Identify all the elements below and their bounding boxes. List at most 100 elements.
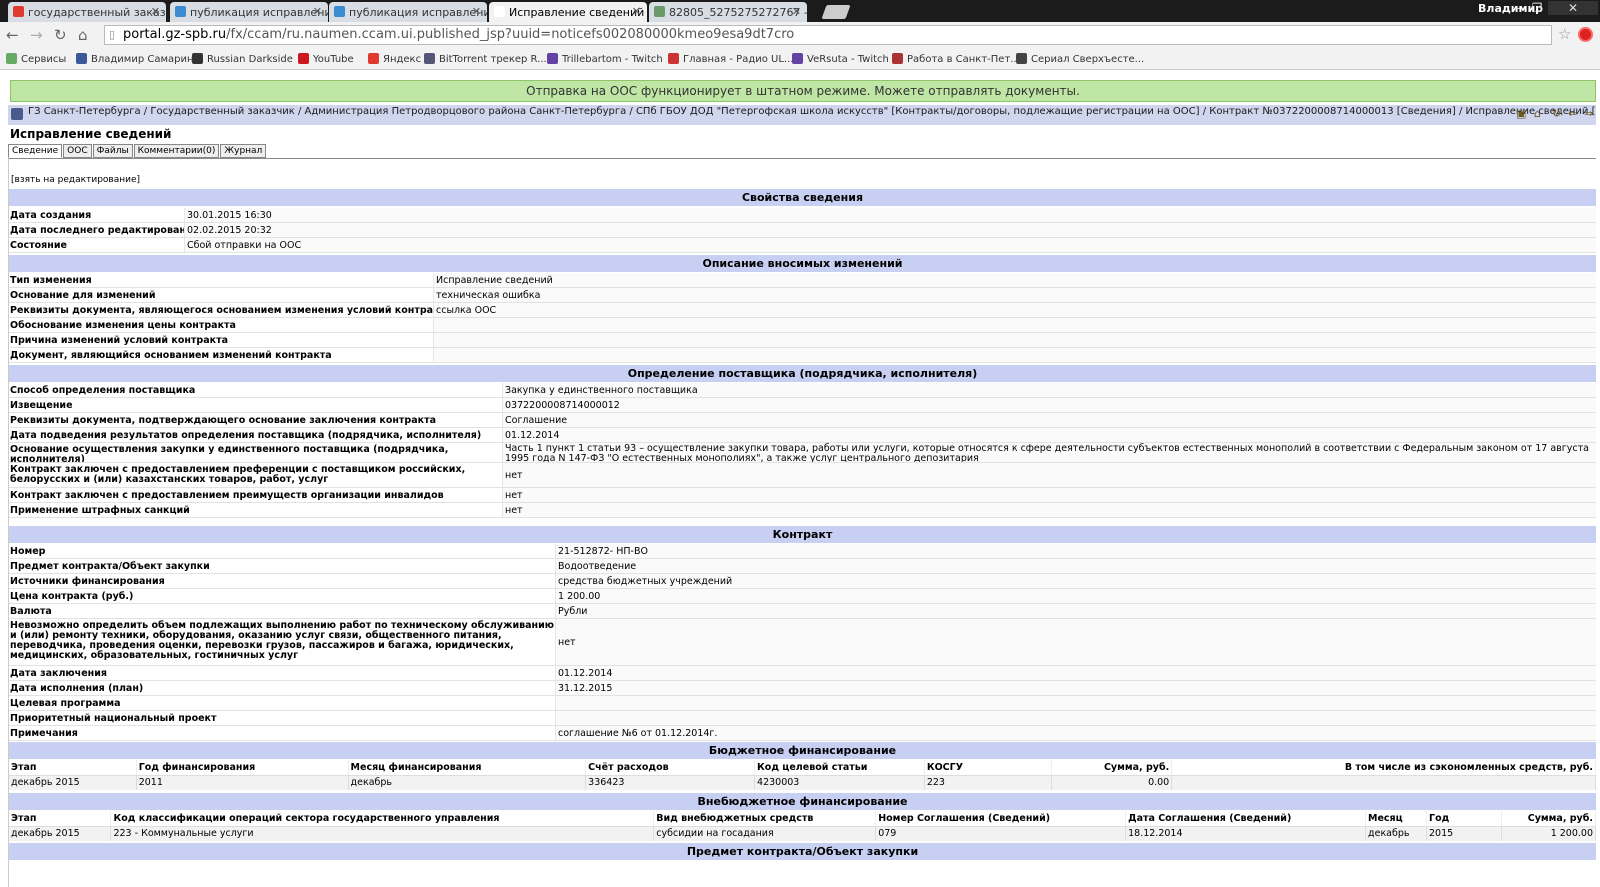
new-tab-button[interactable] — [821, 5, 851, 19]
table-cell: субсидии на госадания — [653, 826, 877, 841]
field-row: Номер 21-512872- НП-ВО — [9, 544, 1596, 559]
minimize-icon[interactable]: – — [1508, 1, 1526, 15]
field-label: Состояние — [9, 238, 185, 252]
field-label: Дата последнего редактирования — [10, 223, 185, 237]
close-tab-icon[interactable]: ✕ — [151, 5, 160, 18]
take-for-editing-link[interactable]: [взять на редактирование] — [11, 175, 140, 185]
bookmark-item[interactable]: YouTube — [298, 53, 354, 65]
field-value: нет — [503, 488, 1596, 502]
field-value — [434, 318, 1596, 332]
page-tab[interactable]: ООС — [63, 144, 92, 158]
browser-tab[interactable]: публикация исправлени ✕ — [170, 2, 328, 22]
field-label: Применение штрафных санкций — [9, 503, 503, 517]
field-row: Дата подведения результатов определения … — [9, 428, 1596, 443]
field-label: Способ определения поставщика — [9, 383, 503, 397]
page-tab[interactable]: Комментарии(0) — [133, 144, 220, 158]
bookmark-item[interactable]: Яндекс — [368, 53, 421, 65]
bookmark-icon — [6, 53, 17, 64]
table-header-row: Этап Год финансирования Месяц финансирован… — [9, 760, 1596, 776]
browser-tab-strip: государственный заказ с ✕ публикация испра… — [0, 0, 1600, 22]
close-tab-icon[interactable]: ✕ — [313, 5, 322, 18]
field-value: 21-512872- НП-ВО — [556, 544, 1596, 558]
bookmark-icon — [1016, 53, 1027, 64]
field-row: Источники финансирования средства бюджетн… — [9, 574, 1596, 589]
section-budget-financing: Бюджетное финансирование — [9, 742, 1596, 759]
field-label: Контракт заключен с предоставлением преф… — [9, 463, 503, 487]
back-arrow-icon[interactable]: ⇐ — [1568, 107, 1577, 120]
field-row: Дата последнего редактирования 02.02.2015… — [9, 223, 1596, 238]
bookmark-item[interactable]: Trillebartom - Twitch — [547, 53, 663, 65]
column-header: Этап — [9, 760, 137, 776]
table-cell: декабрь — [1365, 826, 1428, 841]
bookmark-item[interactable]: Владимир Самарин — [76, 53, 194, 65]
section-subject: Предмет контракта/Объект закупки — [9, 843, 1596, 860]
field-row: Дата заключения 01.12.2014 — [9, 666, 1596, 681]
column-header: Код целевой статьи — [754, 760, 925, 776]
section-properties: Свойства сведения — [9, 189, 1596, 206]
bookmark-icon — [547, 53, 558, 64]
close-tab-icon[interactable]: ✕ — [632, 5, 641, 18]
home-icon[interactable]: ⌂ — [78, 26, 88, 44]
field-label: Номер — [9, 544, 556, 558]
field-row: Невозможно определить объем подлежащих в… — [9, 619, 1596, 666]
field-label: Приоритетный национальный проект — [9, 711, 556, 725]
contract-list: Номер 21-512872- НП-ВО Предмет контракта/О… — [9, 544, 1596, 741]
extra-budget-table: Этап Код классификации операций сектора г… — [9, 811, 1596, 841]
bookmark-item[interactable]: VeRsuta - Twitch — [792, 53, 889, 65]
field-row: Основание для изменений техническая ошибк… — [9, 288, 1596, 303]
bookmark-icon — [668, 53, 679, 64]
bookmark-item[interactable]: Сервисы — [6, 53, 66, 65]
field-row: Примечания соглашение №6 от 01.12.2014г. — [9, 726, 1596, 741]
status-banner: Отправка на ООС функционирует в штатном … — [10, 80, 1596, 102]
field-value: 01.12.2014 — [503, 428, 1596, 442]
table-row[interactable]: декабрь 2015 2011 декабрь 336423 4230003 223 0… — [9, 775, 1596, 790]
field-value: 1 200.00 — [556, 589, 1596, 603]
browser-tab[interactable]: 82805_5275275272767 - За✕ — [649, 2, 807, 22]
field-row: Дата создания 30.01.2015 16:30 — [9, 208, 1596, 223]
bookmark-item[interactable]: Главная - Радио UL... — [668, 53, 793, 65]
bookmark-icon — [368, 53, 379, 64]
extension-icon[interactable] — [1578, 27, 1593, 42]
back-icon[interactable]: ← — [6, 26, 19, 44]
forward-arrow-icon[interactable]: ⇒ — [1584, 107, 1593, 120]
page-tab[interactable]: Журнал — [220, 144, 267, 158]
field-value: 31.12.2015 — [556, 681, 1596, 695]
browser-tab[interactable]: Исправление сведений ✕ — [489, 2, 647, 22]
bookmark-star-icon[interactable]: ☆ — [1558, 25, 1571, 43]
reload-icon[interactable]: ↻ — [54, 26, 67, 44]
browser-tab[interactable]: государственный заказ с ✕ — [8, 2, 166, 22]
bookmark-item[interactable]: Russian Darkside — [192, 53, 293, 65]
field-label: Документ, являющийся основанием изменени… — [9, 348, 434, 362]
column-header: Месяц финансирования — [348, 760, 587, 776]
table-cell: 223 — [924, 775, 1052, 790]
browser-tab-title: публикация исправлени — [349, 6, 487, 19]
close-tab-icon[interactable]: ✕ — [792, 5, 801, 18]
field-label: Целевая программа — [9, 696, 556, 710]
field-row: Извещение 0372200008714000012 — [9, 398, 1596, 413]
field-row: Способ определения поставщика Закупка у е… — [9, 383, 1596, 398]
folder-icon[interactable]: ▣ — [1516, 107, 1526, 120]
column-header: Вид внебюджетных средств — [653, 811, 877, 827]
address-bar[interactable]: ▯ portal.gz-spb.ru/fx/ccam/ru.naumen.cca… — [104, 25, 1552, 45]
bookmark-item[interactable]: Работа в Санкт-Пет... — [892, 53, 1020, 65]
home-icon[interactable]: ⌂ — [1534, 107, 1541, 120]
browser-tab-title: Исправление сведений — [509, 6, 645, 19]
close-tab-icon[interactable]: ✕ — [472, 5, 481, 18]
browser-tab[interactable]: публикация исправлени ✕ — [329, 2, 487, 22]
field-label: Предмет контракта/Объект закупки — [9, 559, 556, 573]
bookmark-item[interactable]: Сериал Сверхъесте... — [1016, 53, 1144, 65]
bookmark-label: Russian Darkside — [207, 54, 293, 65]
table-cell — [1171, 775, 1596, 790]
bookmark-icon — [792, 53, 803, 64]
breadcrumb-text[interactable]: ГЗ Санкт-Петербурга / Государственный за… — [28, 106, 1596, 117]
page-tab[interactable]: Файлы — [92, 144, 133, 158]
field-label: Цена контракта (руб.) — [9, 589, 556, 603]
restore-icon[interactable]: ❐ — [1528, 1, 1546, 15]
field-label: Дата подведения результатов определения … — [9, 428, 503, 442]
refresh-icon[interactable]: ↻ — [1552, 107, 1561, 120]
bookmark-item[interactable]: BitTorrent трекер R... — [424, 53, 547, 65]
forward-icon[interactable]: → — [30, 26, 43, 44]
table-row[interactable]: декабрь 2015 223 - Коммунальные услуги суб… — [9, 826, 1596, 841]
close-window-icon[interactable]: ✕ — [1548, 1, 1598, 15]
page-tab[interactable]: Сведение — [8, 144, 63, 158]
